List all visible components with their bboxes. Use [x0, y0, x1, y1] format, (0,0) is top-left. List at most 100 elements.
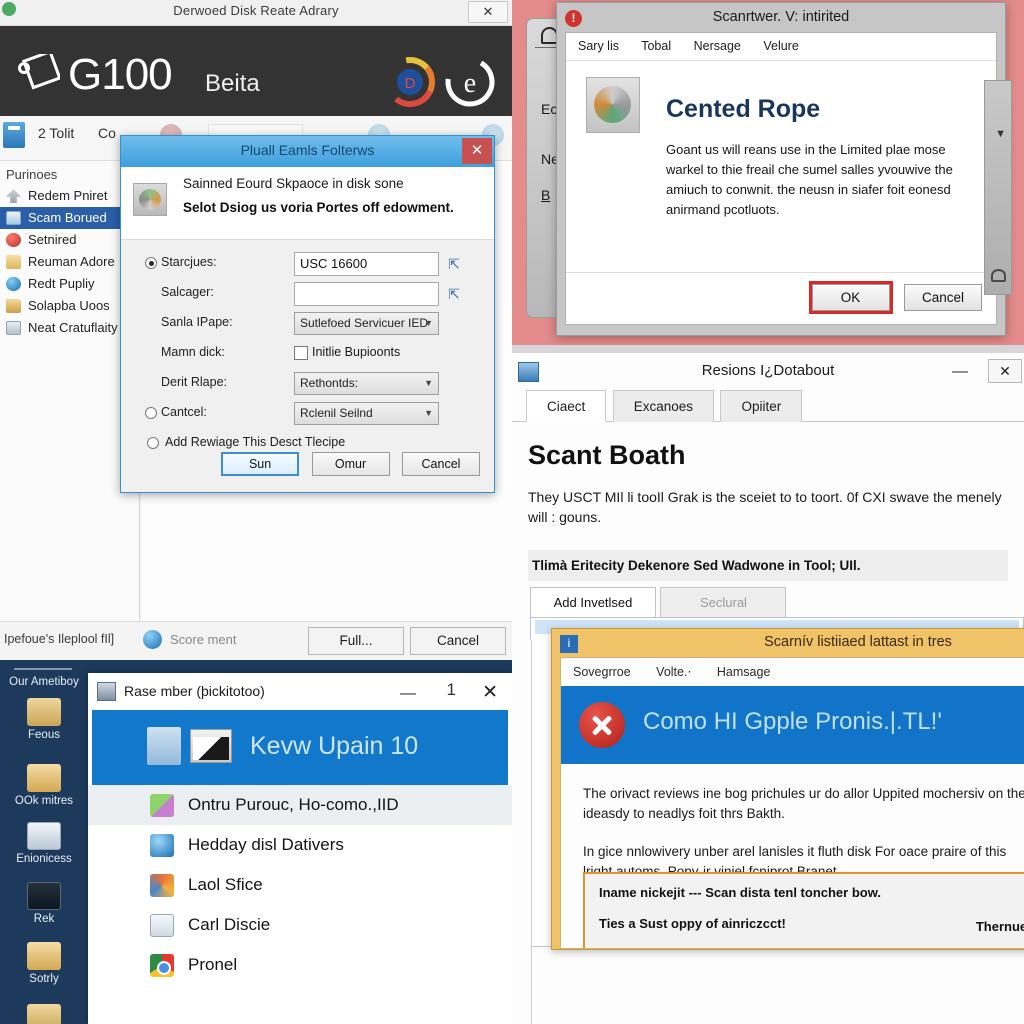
browse-icon[interactable]: ⇱ — [445, 254, 463, 274]
field-label: Mamn dick: — [161, 345, 225, 359]
list-item-label: Hedday disl Dativers — [188, 835, 344, 854]
toolbar-item-2[interactable]: Co — [98, 125, 116, 141]
list-item[interactable]: Hedday disl Dativers — [88, 825, 512, 865]
disk-icon — [133, 183, 167, 216]
form-row-sanla-ipape: Sanla IPape: Sutlefoed Servicuer IED ▼ — [139, 310, 476, 338]
full-button[interactable]: Full... — [308, 627, 404, 655]
sidebar-item-redem[interactable]: Redem Pniret — [0, 185, 139, 207]
warning-note-line-2: Ties a Sust oppy of ainriczcct! — [599, 915, 786, 931]
cancel-button[interactable]: Cancel — [904, 284, 982, 311]
menu-item-sovegrroe[interactable]: Sovegrroe — [573, 665, 631, 679]
list-item[interactable]: Pronel — [88, 945, 512, 985]
close-button[interactable]: ✕ — [468, 1, 508, 23]
sidebar-item-reuman-adore[interactable]: Reuman Adore — [0, 251, 139, 273]
bg-panel-item-3[interactable]: B — [541, 187, 550, 203]
sun-button[interactable]: Sun — [221, 452, 300, 476]
results-paragraph: They USCT MIl li tooIl Grak is the sceie… — [528, 489, 1002, 526]
warning-banner-title: Como HI Gpple Pronis.|.TL!' — [643, 707, 942, 735]
cancel-button[interactable]: Cancel — [410, 627, 506, 655]
sidebar-item-neat-cratuflaity[interactable]: Neat Cratuflaity — [0, 317, 139, 339]
sidebar-item-setnired[interactable]: Setnired — [0, 229, 139, 251]
close-icon[interactable]: ✕ — [462, 138, 492, 164]
form-row-salcager: Salcager: ⇱ — [139, 280, 476, 308]
results-titlebar: Resions I¿Dotabout — ✕ — [512, 353, 1024, 390]
scanner-disk-icon — [586, 77, 640, 133]
initlie-bupioonts-checkbox[interactable]: Initlie Bupioonts — [294, 345, 400, 360]
radio-cantcel[interactable] — [145, 407, 157, 419]
list-item[interactable]: Laol Sfice — [88, 865, 512, 905]
menu-item-sary-lis[interactable]: Sary lis — [578, 39, 619, 53]
warning-menubar: Sovegrroe Volte.⋅ Hamsage — [561, 657, 1024, 686]
desktop-item-partial[interactable] — [0, 1004, 88, 1024]
ie-icon — [150, 834, 174, 857]
desktop-item-rek[interactable]: Rek — [0, 882, 88, 925]
sidebar-item-redt-pupliy[interactable]: Redt Pupliy — [0, 273, 139, 295]
folder-icon — [6, 299, 21, 313]
sidebar-item-label: Scam Borued — [28, 210, 107, 225]
desktop-label-our-ametiboy: Our Ametiboy — [0, 676, 88, 688]
tab-ciaect[interactable]: Ciaect — [526, 390, 607, 422]
menu-item-tobal[interactable]: Tobal — [641, 39, 671, 53]
pluall-eamls-dialog: Pluall Eamls Folterws ✕ Sainned Eourd Sk… — [120, 135, 495, 493]
picker-hero-row[interactable]: Kevw Upain 10 — [92, 710, 508, 785]
scrollbar[interactable] — [984, 80, 1012, 295]
scanner-body-text: Goant us will reans use in the Limited p… — [666, 142, 953, 218]
up-arrow-icon — [6, 189, 21, 203]
starcjues-input[interactable]: USC 16600 — [294, 252, 439, 276]
ok-button[interactable]: OK — [808, 281, 893, 314]
menu-item-volte[interactable]: Volte.⋅ — [656, 665, 691, 679]
tab-seclural[interactable]: Seclural — [660, 586, 787, 617]
toolbar-item-1[interactable]: 2 Tolit — [38, 125, 74, 141]
results-tabs: Ciaect Excanoes Opiiter — [512, 390, 1024, 422]
desktop-item-sotrly[interactable]: Sotrly — [0, 942, 88, 985]
menu-item-hamsage[interactable]: Hamsage — [717, 665, 771, 679]
scanner-title: Scanrtwer. V: intirited — [712, 9, 850, 25]
minimize-icon[interactable]: — — [400, 685, 416, 703]
close-button[interactable]: ✕ — [988, 359, 1022, 383]
desktop-item-enionicess[interactable]: Enionicess — [0, 822, 88, 865]
cancel-button[interactable]: Cancel — [402, 452, 480, 476]
package-icon — [150, 794, 174, 817]
results-subheading: Tlimà Eritecity Dekenore Sed Wadwone in … — [528, 549, 1008, 581]
inner-frame: i Scarnív listiiaed lattast in tres Sove… — [530, 616, 1024, 950]
tab-add-invetlsed[interactable]: Add Invetlsed — [530, 586, 656, 617]
error-x-icon — [579, 701, 625, 748]
list-item[interactable]: Ontru Purouc, Ho-como.,IID — [88, 785, 512, 825]
browse-icon[interactable]: ⇱ — [445, 284, 463, 304]
derit-rlape-select[interactable]: Rethontds: ▼ — [294, 372, 439, 395]
sidebar-item-solapba-uoos[interactable]: Solapba Uoos — [0, 295, 139, 317]
footer-bar: Ipefoue's Ileplool fIl] Score ment Full.… — [0, 621, 512, 660]
menu-item-velure[interactable]: Velure — [763, 39, 798, 53]
g100-app-window: Derwoed Disk Reate Adrary ✕ G100 Beita D… — [0, 0, 512, 660]
cantcel-select[interactable]: Rclenil Seilnd ▼ — [294, 402, 439, 425]
sidebar-item-scam-borued[interactable]: Scam Borued — [0, 207, 139, 229]
radio-starcjues[interactable] — [145, 257, 157, 269]
desktop-item-ook-mitres[interactable]: OOk mitres — [0, 764, 88, 807]
desktop-area: Our Ametiboy Feous OOk mitres Enionicess… — [0, 660, 512, 1024]
warning-dialog: i Scarnív listiiaed lattast in tres Sove… — [551, 627, 1024, 950]
omur-button[interactable]: Omur — [311, 452, 390, 476]
desktop-icon-label: Enionicess — [16, 853, 72, 865]
sanla-ipape-select[interactable]: Sutlefoed Servicuer IED ▼ — [294, 312, 439, 335]
salcager-input[interactable] — [294, 282, 439, 306]
users-icon — [27, 698, 61, 726]
warning-note-line-1: Iname nickejit --- Scan dista tenl tonch… — [599, 884, 881, 900]
left-edge-strip — [512, 640, 532, 1024]
desktop-item-feous[interactable]: Feous — [0, 698, 88, 741]
badge-icons: D e — [385, 57, 495, 107]
list-item-label: Carl Discie — [188, 915, 271, 934]
bg-panel-item-1[interactable]: Ec — [541, 101, 557, 117]
tab-opiiter[interactable]: Opiiter — [720, 390, 803, 422]
close-icon[interactable]: ✕ — [482, 681, 498, 704]
svg-text:D: D — [405, 75, 416, 92]
g100-logo-subtitle: Beita — [205, 70, 260, 97]
chevron-down-icon[interactable]: ▼ — [995, 128, 1006, 140]
svg-text:e: e — [464, 68, 476, 99]
tab-excanoes[interactable]: Excanoes — [612, 390, 715, 422]
scroll-arrow-icon[interactable] — [991, 269, 1006, 282]
list-item-label: Laol Sfice — [188, 875, 263, 894]
dialog-form: Starcjues: USC 16600 ⇱ Salcager: ⇱ Sanla… — [121, 240, 494, 457]
minimize-icon[interactable]: — — [952, 363, 968, 381]
menu-item-nersage[interactable]: Nersage — [694, 39, 741, 53]
list-item[interactable]: Carl Discie — [88, 905, 512, 945]
